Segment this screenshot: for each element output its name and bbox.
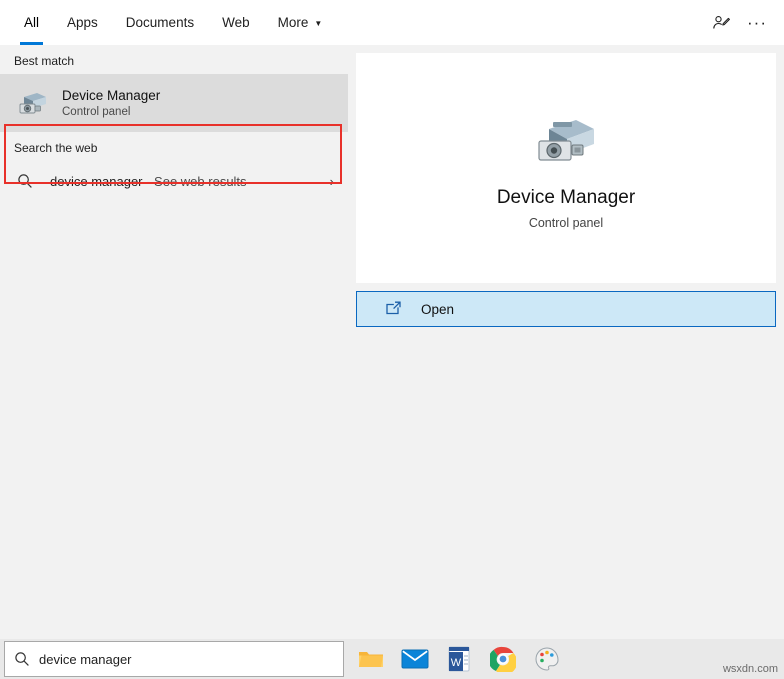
search-web-heading: Search the web <box>14 141 98 155</box>
open-button-label: Open <box>421 301 455 317</box>
preview-card: Device Manager Control panel <box>356 53 776 283</box>
file-explorer-icon[interactable] <box>356 644 386 674</box>
taskbar: W <box>0 639 784 679</box>
result-item-device-manager[interactable]: Device Manager Control panel <box>0 74 348 132</box>
svg-text:W: W <box>451 657 462 669</box>
results-list-pane: Best match Device Manager Control panel … <box>0 45 348 639</box>
best-match-heading: Best match <box>14 54 75 68</box>
paint-icon[interactable] <box>532 644 562 674</box>
chevron-right-icon: › <box>329 173 334 189</box>
result-item-text: Device Manager Control panel <box>62 87 160 120</box>
chevron-down-icon: ▼ <box>314 18 323 28</box>
filter-tabbar: All Apps Documents Web More ▼ ··· <box>0 0 784 45</box>
word-icon[interactable]: W <box>444 644 474 674</box>
search-flyout: All Apps Documents Web More ▼ ··· Best m… <box>0 0 784 679</box>
ellipsis-icon[interactable]: ··· <box>740 6 774 40</box>
results-area: Best match Device Manager Control panel … <box>0 45 784 639</box>
chrome-icon[interactable] <box>488 644 518 674</box>
preview-pane: Device Manager Control panel Open <box>348 45 784 639</box>
taskbar-apps: W <box>356 644 562 674</box>
tab-more[interactable]: More ▼ <box>264 0 337 45</box>
feedback-person-icon[interactable] <box>704 6 738 40</box>
web-result-label: device manager - See web results <box>50 174 247 189</box>
web-result-suggestion: - See web results <box>142 173 247 189</box>
tab-documents[interactable]: Documents <box>112 0 208 45</box>
tab-apps-label: Apps <box>67 15 98 30</box>
web-result-query: device manager <box>50 173 143 189</box>
search-icon <box>14 170 36 192</box>
preview-title: Device Manager <box>496 187 636 208</box>
more-options-label: ··· <box>747 13 767 32</box>
device-manager-icon <box>14 85 50 121</box>
tab-web[interactable]: Web <box>208 0 264 45</box>
search-input[interactable] <box>39 651 319 667</box>
open-external-icon <box>383 299 403 319</box>
tabbar-actions: ··· <box>704 6 784 40</box>
tab-documents-label: Documents <box>125 15 195 30</box>
result-item-title: Device Manager <box>62 87 161 103</box>
tab-more-label: More <box>277 15 309 30</box>
preview-subtitle: Control panel <box>528 216 604 230</box>
taskbar-search-box[interactable] <box>4 641 344 677</box>
web-result-item[interactable]: device manager - See web results › <box>0 161 348 201</box>
tab-apps[interactable]: Apps <box>53 0 112 45</box>
mail-icon[interactable] <box>400 644 430 674</box>
tab-all-label: All <box>24 15 40 30</box>
watermark: wsxdn.com <box>722 663 778 675</box>
result-item-subtitle: Control panel <box>62 105 131 118</box>
tab-all[interactable]: All <box>10 0 53 45</box>
device-manager-icon <box>531 106 601 170</box>
search-icon <box>5 642 39 676</box>
open-button[interactable]: Open <box>356 291 776 327</box>
tab-web-label: Web <box>222 15 250 30</box>
